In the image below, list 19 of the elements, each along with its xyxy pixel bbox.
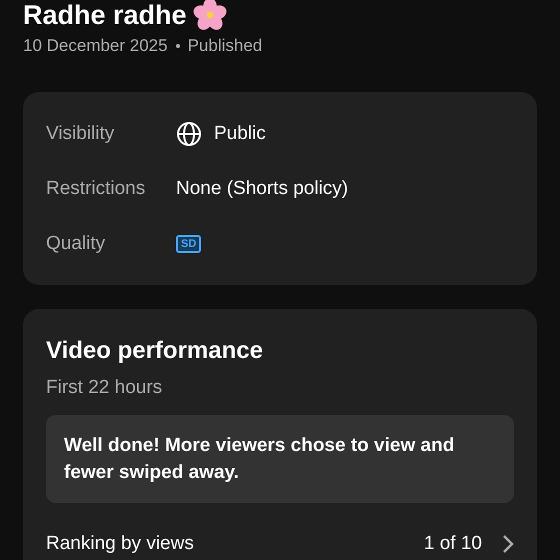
section-title: Video performance — [46, 337, 264, 365]
detail-value: None (Shorts policy) — [176, 178, 348, 200]
ranking-value: 1 of 10 — [424, 533, 482, 555]
detail-label: Restrictions — [46, 178, 146, 200]
publish-date: 10 December 2025 — [23, 36, 168, 56]
performance-message: Well done! More viewers chose to view and fewer swiped away. — [46, 415, 514, 503]
globe-icon — [176, 120, 202, 146]
separator-dot — [176, 44, 180, 48]
video-title: Radhe radhe — [23, 0, 187, 30]
section-subtitle: First 22 hours — [46, 377, 164, 399]
quality-badge: SD — [176, 234, 202, 252]
ranking-row[interactable]: Ranking by views 1 of 10 — [46, 533, 514, 555]
detail-value: Public — [214, 122, 266, 144]
detail-label: Quality — [46, 232, 106, 254]
publish-status: Published — [188, 36, 262, 56]
blossom-icon — [192, 0, 227, 32]
detail-label: Visibility — [46, 122, 116, 144]
ranking-label: Ranking by views — [46, 533, 194, 555]
chevron-right-icon — [502, 534, 514, 554]
